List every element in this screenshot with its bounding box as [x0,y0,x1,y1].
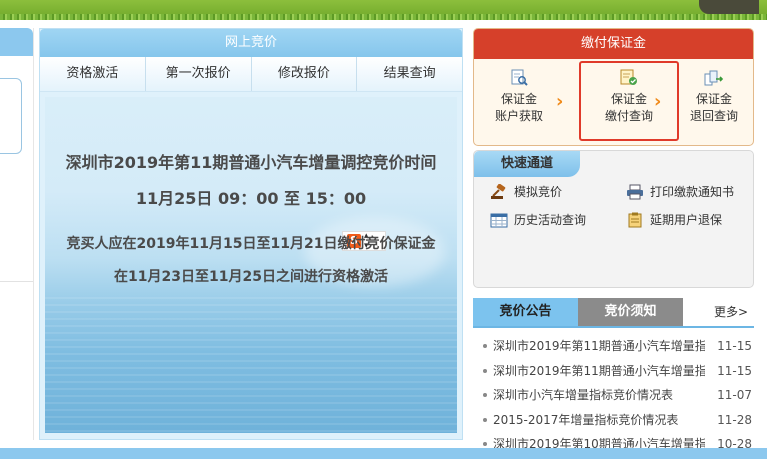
tab-bidding-instructions[interactable]: 竞价须知 [578,298,683,326]
bullet-icon [483,344,487,348]
list-item[interactable]: 2015-2017年增量指标竞价情况表 11-28 [473,408,754,433]
activation-period-text: 在11月23日至11月25日之间进行资格激活 [114,269,388,285]
tab-result-query[interactable]: 结果查询 [357,57,462,91]
notice-title[interactable]: 深圳市2019年第11期普通小汽车增量指 [493,359,705,384]
clipboard-icon [628,212,642,227]
tab-qualification-activation[interactable]: 资格激活 [40,57,146,91]
list-item[interactable]: 深圳市2019年第11期普通小汽车增量指 11-15 [473,359,754,384]
deposit-item-line1: 保证金 [500,92,537,106]
grass-decoration [0,14,767,20]
notice-date: 11-07 [717,388,752,402]
top-banner-strip [0,0,767,20]
quick-access-label: 打印缴款通知书 [650,185,735,199]
chevron-right-icon: › [556,91,564,112]
deposit-item-line2: 退回查询 [689,109,738,123]
tab-modify-bid[interactable]: 修改报价 [252,57,358,91]
banner-water-texture [45,297,457,433]
notice-panel: 竞价公告 竞价须知 更多> 深圳市2019年第11期普通小汽车增量指 11-15… [473,298,754,451]
tab-bidding-announcement[interactable]: 竞价公告 [473,298,578,326]
list-item[interactable]: 深圳市小汽车增量指标竞价情况表 11-07 [473,383,754,408]
left-panel [0,28,34,440]
deposit-deadline-text: 竞买人应在2019年11月15日至11月21日缴付竞价保证金 [66,236,436,252]
notice-tabs: 竞价公告 竞价须知 更多> [473,298,754,328]
simulated-bidding-link[interactable]: 模拟竞价 [490,183,562,200]
list-item[interactable]: 深圳市2019年第11期普通小汽车增量指 11-15 [473,334,754,359]
bidding-period-title: 深圳市2019年第11期普通小汽车增量调控竞价时间 [65,153,437,172]
printer-icon [627,184,643,199]
bidding-time: 11月25日 09：00 至 15：00 [135,189,367,208]
bullet-icon [483,393,487,397]
bullet-icon [483,442,487,446]
bottom-strip [0,448,767,459]
notice-date: 11-28 [717,412,752,427]
quick-access-panel: 快速通道 模拟竞价 打印缴款通知书 历史活动查询 延期用户退保 [473,150,754,288]
notice-title[interactable]: 2015-2017年增量指标竞价情况表 [493,408,705,433]
bidding-tabs: 资格激活 第一次报价 修改报价 结果查询 [40,57,462,92]
deposit-header: 缴付保证金 [474,29,753,59]
deposit-account-button[interactable]: 保证金 账户获取 [483,69,555,125]
refund-doc-icon [704,70,724,86]
calendar-icon [490,213,508,227]
deferred-user-refund-link[interactable]: 延期用户退保 [626,211,722,228]
quick-access-header: 快速通道 [474,151,580,177]
deposit-item-line1: 保证金 [695,92,732,106]
online-bidding-panel: 网上竞价 资格激活 第一次报价 修改报价 结果查询 深圳市2019年第11期普通… [39,28,463,440]
left-panel-divider [0,281,33,282]
quick-access-label: 模拟竞价 [514,185,563,199]
notice-title[interactable]: 深圳市小汽车增量指标竞价情况表 [493,383,705,408]
tab-first-bid[interactable]: 第一次报价 [146,57,252,91]
selected-item-highlight [579,61,679,141]
notice-title[interactable]: 深圳市2019年第11期普通小汽车增量指 [493,334,705,359]
online-bidding-header: 网上竞价 [40,29,462,57]
deposit-refund-query-button[interactable]: 保证金 退回查询 [678,69,750,125]
history-query-link[interactable]: 历史活动查询 [490,211,586,228]
search-doc-icon [511,69,528,86]
bidding-info-banner: 深圳市2019年第11期普通小汽车增量调控竞价时间 11月25日 09：00 至… [45,97,457,433]
quick-access-label: 延期用户退保 [650,213,723,227]
notice-list: 深圳市2019年第11期普通小汽车增量指 11-15 深圳市2019年第11期普… [473,334,754,457]
quick-access-label: 历史活动查询 [514,213,587,227]
left-panel-input-box[interactable] [0,78,22,154]
bullet-icon [483,368,487,373]
bullet-icon [483,417,487,422]
notice-date: 11-15 [717,339,752,353]
deposit-panel: 缴付保证金 保证金 账户获取 › 保证金 缴付查询 › 保证金 退回查询 [473,28,754,146]
notice-date: 11-15 [717,363,752,378]
deposit-item-line2: 账户获取 [494,109,543,123]
left-panel-header [0,28,33,56]
print-payment-notice-link[interactable]: 打印缴款通知书 [626,183,734,200]
banner-corner-decoration [699,0,759,14]
more-link[interactable]: 更多> [714,298,748,326]
gavel-icon [491,183,506,199]
